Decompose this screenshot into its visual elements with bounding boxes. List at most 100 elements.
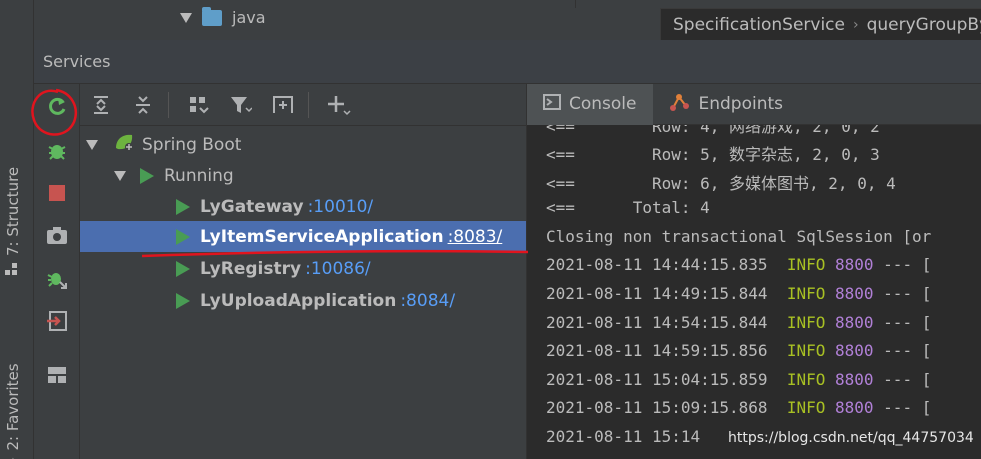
console-icon xyxy=(543,93,561,115)
tool-tab-structure[interactable]: 7: Structure xyxy=(4,167,22,276)
login-icon[interactable] xyxy=(44,308,70,334)
tool-tab-structure-label: 7: Structure xyxy=(4,166,22,256)
camera-icon[interactable] xyxy=(44,222,70,248)
log-pid: 8800 xyxy=(835,341,874,360)
log-time: 2021-08-11 14:59:15.856 xyxy=(546,341,768,360)
run-icon xyxy=(176,228,190,245)
tree-item-java[interactable]: java xyxy=(180,6,266,27)
tool-tab-favorites[interactable]: ★ 2: Favorites xyxy=(4,363,22,459)
editor-divider xyxy=(575,0,576,8)
breadcrumb: SpecificationService › queryGroupBy xyxy=(660,8,981,40)
service-name: LyItemServiceApplication xyxy=(200,226,444,247)
console-panel: Console Endpoints <== Row: 4, 网络游戏, 2, 0… xyxy=(526,83,981,459)
tab-console[interactable]: Console xyxy=(527,83,653,125)
run-icon xyxy=(176,292,190,309)
log-level: INFO xyxy=(786,341,826,360)
console-log-line: 2021-08-11 14:59:15.856 INFO 8800 --- [ xyxy=(546,341,931,369)
log-rest: --- [ xyxy=(883,398,932,417)
log-level: INFO xyxy=(786,255,826,274)
watermark: https://blog.csdn.net/qq_44757034 xyxy=(728,430,974,446)
add-icon[interactable] xyxy=(326,92,352,118)
tool-tab-favorites-label: 2: Favorites xyxy=(4,363,22,451)
service-port-link[interactable]: :10010/ xyxy=(308,197,374,217)
left-tool-stripe: 7: Structure ★ 2: Favorites xyxy=(0,40,34,459)
console-line: <== Row: 4, 网络游戏, 2, 0, 2 xyxy=(546,125,880,136)
group-icon[interactable] xyxy=(186,92,212,118)
run-icon xyxy=(140,167,154,184)
log-level: INFO xyxy=(786,398,826,417)
toolbar-separator xyxy=(308,92,309,118)
log-time: 2021-08-11 14:49:15.844 xyxy=(546,284,768,303)
log-rest: --- [ xyxy=(883,255,932,274)
log-rest: --- [ xyxy=(883,370,932,389)
stop-icon[interactable] xyxy=(44,180,70,206)
debug-attach-icon[interactable] xyxy=(44,266,70,292)
services-action-bar xyxy=(34,84,80,459)
console-line: Closing non transactional SqlSession [or xyxy=(546,227,932,246)
tree-item-java-label: java xyxy=(232,8,266,27)
service-item-selected[interactable]: LyItemServiceApplication :8083/ xyxy=(80,221,526,252)
endpoints-icon xyxy=(669,92,691,117)
spring-boot-icon xyxy=(112,132,136,157)
service-port-link[interactable]: :10086/ xyxy=(305,259,371,279)
log-rest: --- [ xyxy=(883,313,932,332)
star-icon: ★ xyxy=(6,454,19,459)
debug-icon[interactable] xyxy=(44,138,70,164)
rerun-icon[interactable] xyxy=(44,94,70,120)
console-tab-bar: Console Endpoints xyxy=(527,83,981,125)
run-icon xyxy=(176,260,190,277)
services-header: Services xyxy=(34,40,981,84)
add-service-icon[interactable] xyxy=(270,92,296,118)
services-toolbar xyxy=(80,84,526,126)
console-log-line: 2021-08-11 14:54:15.844 INFO 8800 --- [ xyxy=(546,313,931,341)
expand-arrow-icon[interactable] xyxy=(180,12,192,23)
service-name: LyGateway xyxy=(200,196,304,217)
log-time: 2021-08-11 14:44:15.835 xyxy=(546,255,768,274)
console-line: <== Row: 6, 多媒体图书, 2, 0, 4 xyxy=(546,174,896,193)
layout-icon[interactable] xyxy=(44,362,70,388)
services-tree-panel: Spring Boot Running LyGateway :10010/ Ly… xyxy=(80,84,526,459)
tab-console-label: Console xyxy=(569,94,637,114)
breadcrumb-item-method[interactable]: queryGroupBy xyxy=(867,15,981,35)
service-item[interactable]: LyGateway :10010/ xyxy=(80,191,526,222)
tab-endpoints-label: Endpoints xyxy=(698,94,784,114)
console-output[interactable]: <== Row: 4, 网络游戏, 2, 0, 2 <== Row: 5, 数字… xyxy=(527,125,981,459)
collapse-all-icon[interactable] xyxy=(130,92,156,118)
expand-all-icon[interactable] xyxy=(88,92,114,118)
service-item[interactable]: LyRegistry :10086/ xyxy=(80,253,526,284)
log-pid: 8800 xyxy=(835,370,874,389)
console-log-line: 2021-08-11 14:44:15.835 INFO 8800 --- [ xyxy=(546,255,931,283)
log-time: 2021-08-11 14:54:15.844 xyxy=(546,313,768,332)
service-item[interactable]: LyUploadApplication :8084/ xyxy=(80,285,526,316)
log-time: 2021-08-11 15:14 xyxy=(546,427,701,446)
console-log-line: 2021-08-11 14:49:15.844 INFO 8800 --- [ xyxy=(546,284,931,312)
expand-arrow-icon[interactable] xyxy=(86,139,98,150)
log-pid: 8800 xyxy=(835,284,874,303)
log-rest: --- [ xyxy=(883,284,932,303)
log-rest: --- [ xyxy=(883,341,932,360)
log-pid: 8800 xyxy=(835,313,874,332)
run-icon xyxy=(176,198,190,215)
tree-node-running-label: Running xyxy=(164,165,234,186)
tree-node-spring-boot[interactable]: Spring Boot xyxy=(80,129,526,160)
filter-icon[interactable] xyxy=(228,92,254,118)
expand-arrow-icon[interactable] xyxy=(114,170,126,181)
toolbar-separator xyxy=(168,92,169,118)
log-level: INFO xyxy=(786,313,826,332)
console-log-line: 2021-08-11 15:09:15.868 INFO 8800 --- [ xyxy=(546,398,931,426)
log-level: INFO xyxy=(786,370,826,389)
log-level: INFO xyxy=(786,284,826,303)
service-port-link[interactable]: :8083/ xyxy=(448,227,503,247)
breadcrumb-item-class[interactable]: SpecificationService xyxy=(673,15,845,35)
service-name: LyUploadApplication xyxy=(200,290,397,311)
tab-endpoints[interactable]: Endpoints xyxy=(653,84,800,125)
console-log-line: 2021-08-11 15:04:15.859 INFO 8800 --- [ xyxy=(546,370,931,398)
chevron-right-icon: › xyxy=(852,16,859,33)
log-pid: 8800 xyxy=(835,398,874,417)
log-time: 2021-08-11 15:04:15.859 xyxy=(546,370,768,389)
service-name: LyRegistry xyxy=(200,258,302,279)
service-port-link[interactable]: :8084/ xyxy=(400,291,455,311)
top-left-gutter xyxy=(0,0,34,40)
tree-node-running[interactable]: Running xyxy=(80,160,526,191)
console-line: <== Row: 5, 数字杂志, 2, 0, 3 xyxy=(546,145,880,164)
